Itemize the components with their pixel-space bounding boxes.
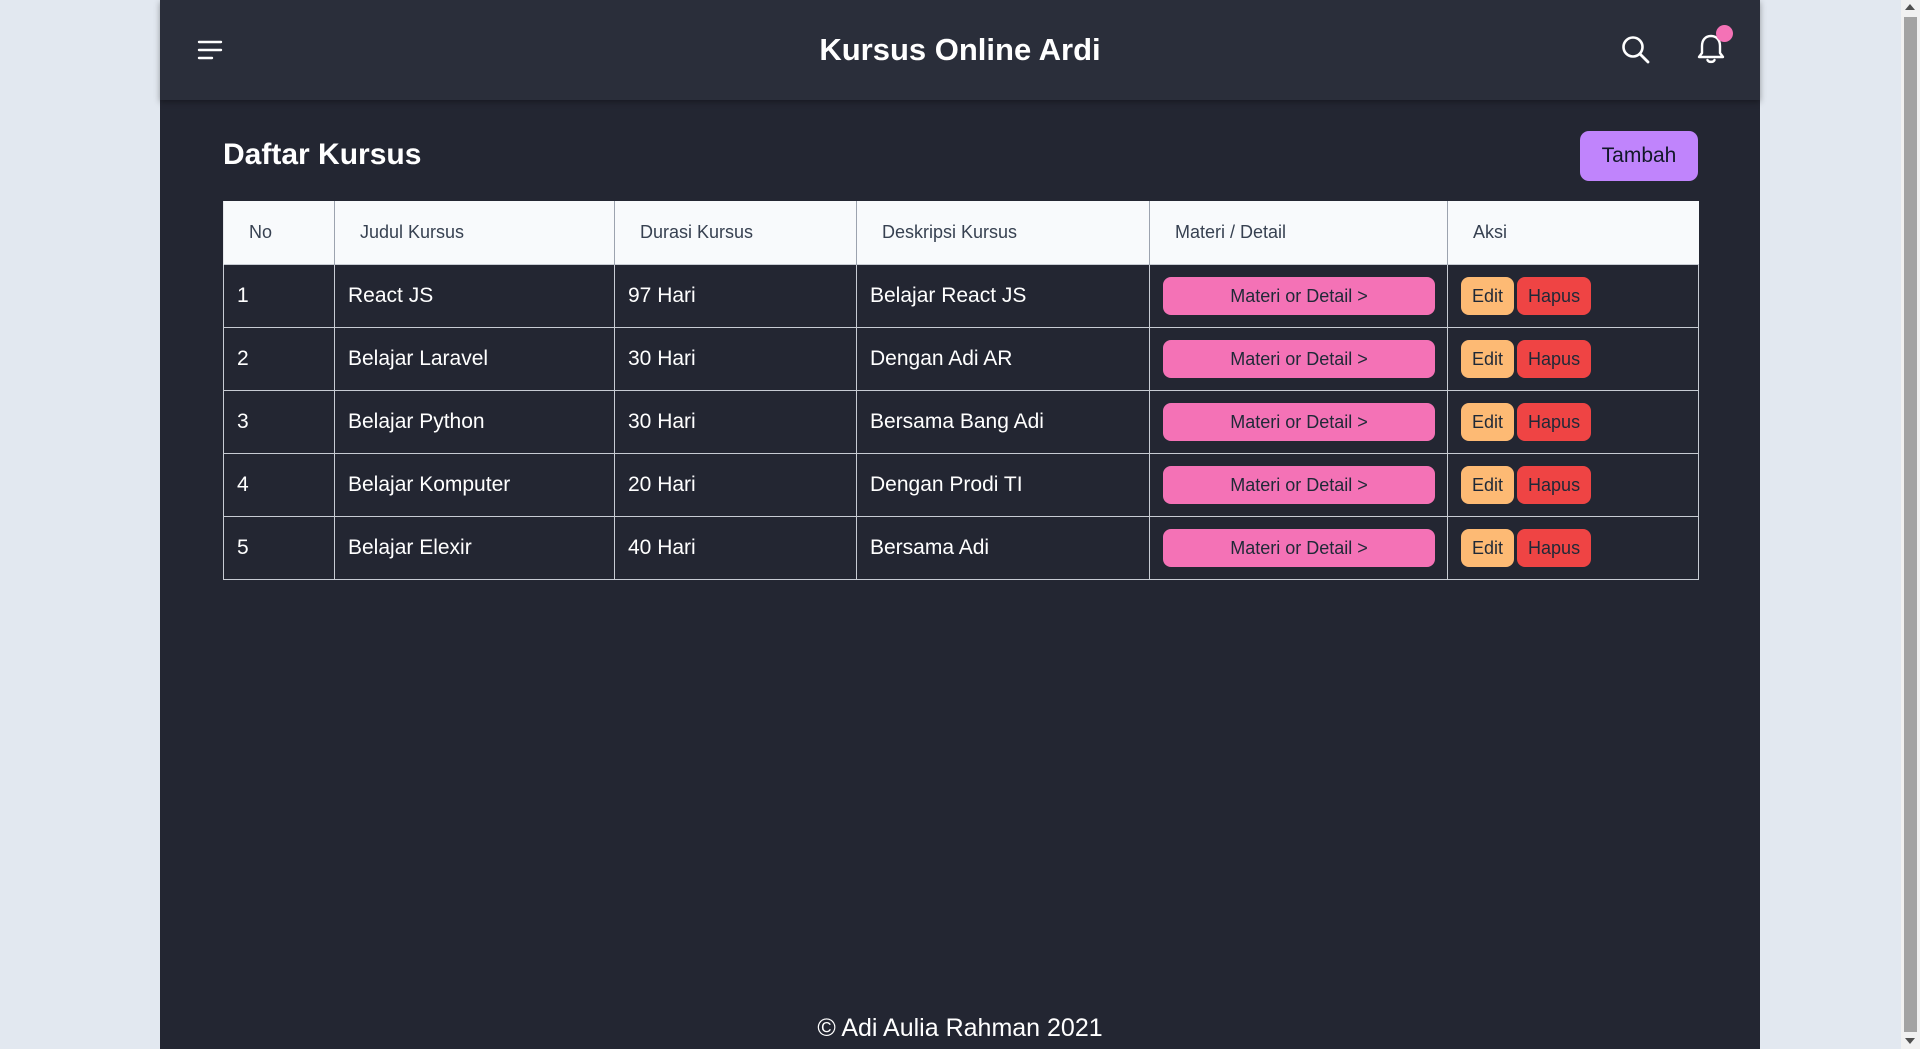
cell-no: 2 [223, 327, 335, 391]
courses-table: No Judul Kursus Durasi Kursus Deskripsi … [223, 201, 1699, 580]
table-row: 1 React JS 97 Hari Belajar React JS Mate… [223, 264, 1699, 328]
cell-no: 4 [223, 453, 335, 517]
column-header-actions: Aksi [1447, 201, 1699, 265]
cell-detail: Materi or Detail > [1149, 327, 1448, 391]
cell-detail: Materi or Detail > [1149, 516, 1448, 580]
column-header-no: No [223, 201, 335, 265]
detail-button[interactable]: Materi or Detail > [1163, 277, 1435, 315]
detail-button[interactable]: Materi or Detail > [1163, 466, 1435, 504]
search-icon[interactable] [1620, 34, 1652, 66]
detail-button[interactable]: Materi or Detail > [1163, 403, 1435, 441]
cell-duration: 40 Hari [614, 516, 857, 580]
table-row: 3 Belajar Python 30 Hari Bersama Bang Ad… [223, 390, 1699, 454]
cell-duration: 30 Hari [614, 327, 857, 391]
app-window: Kursus Online Ardi Daftar Kursus Tambah [160, 0, 1760, 1049]
detail-button[interactable]: Materi or Detail > [1163, 340, 1435, 378]
column-header-detail: Materi / Detail [1149, 201, 1448, 265]
edit-button[interactable]: Edit [1461, 529, 1515, 567]
table-row: 2 Belajar Laravel 30 Hari Dengan Adi AR … [223, 327, 1699, 391]
edit-button[interactable]: Edit [1461, 403, 1515, 441]
scroll-up-arrow-icon[interactable] [1905, 4, 1915, 10]
cell-description: Dengan Adi AR [856, 327, 1150, 391]
column-header-title: Judul Kursus [334, 201, 615, 265]
navbar: Kursus Online Ardi [160, 0, 1760, 100]
cell-title: Belajar Python [334, 390, 615, 454]
delete-button[interactable]: Hapus [1517, 466, 1592, 504]
delete-button[interactable]: Hapus [1517, 277, 1592, 315]
cell-duration: 30 Hari [614, 390, 857, 454]
cell-title: Belajar Komputer [334, 453, 615, 517]
delete-button[interactable]: Hapus [1517, 529, 1592, 567]
cell-actions: Edit Hapus [1447, 453, 1699, 517]
cell-detail: Materi or Detail > [1149, 453, 1448, 517]
column-header-description: Deskripsi Kursus [856, 201, 1150, 265]
app-title: Kursus Online Ardi [819, 32, 1101, 67]
table-row: 4 Belajar Komputer 20 Hari Dengan Prodi … [223, 453, 1699, 517]
notification-badge [1716, 25, 1733, 42]
cell-duration: 97 Hari [614, 264, 857, 328]
cell-actions: Edit Hapus [1447, 264, 1699, 328]
cell-title: React JS [334, 264, 615, 328]
cell-no: 1 [223, 264, 335, 328]
cell-actions: Edit Hapus [1447, 327, 1699, 391]
edit-button[interactable]: Edit [1461, 466, 1515, 504]
add-course-button[interactable]: Tambah [1580, 131, 1698, 181]
cell-no: 5 [223, 516, 335, 580]
cell-actions: Edit Hapus [1447, 516, 1699, 580]
cell-detail: Materi or Detail > [1149, 264, 1448, 328]
delete-button[interactable]: Hapus [1517, 403, 1592, 441]
page-title: Daftar Kursus [223, 138, 422, 171]
scroll-down-arrow-icon[interactable] [1905, 1038, 1915, 1044]
cell-duration: 20 Hari [614, 453, 857, 517]
edit-button[interactable]: Edit [1461, 340, 1515, 378]
cell-description: Bersama Adi [856, 516, 1150, 580]
table-header-row: No Judul Kursus Durasi Kursus Deskripsi … [223, 201, 1699, 265]
column-header-duration: Durasi Kursus [614, 201, 857, 265]
cell-title: Belajar Laravel [334, 327, 615, 391]
cell-actions: Edit Hapus [1447, 390, 1699, 454]
cell-no: 3 [223, 390, 335, 454]
edit-button[interactable]: Edit [1461, 277, 1515, 315]
cell-description: Dengan Prodi TI [856, 453, 1150, 517]
detail-button[interactable]: Materi or Detail > [1163, 529, 1435, 567]
table-row: 5 Belajar Elexir 40 Hari Bersama Adi Mat… [223, 516, 1699, 580]
delete-button[interactable]: Hapus [1517, 340, 1592, 378]
cell-title: Belajar Elexir [334, 516, 615, 580]
scrollbar-thumb[interactable] [1904, 17, 1917, 1032]
cell-description: Belajar React JS [856, 264, 1150, 328]
footer-text: © Adi Aulia Rahman 2021 [817, 1014, 1103, 1042]
cell-description: Bersama Bang Adi [856, 390, 1150, 454]
cell-detail: Materi or Detail > [1149, 390, 1448, 454]
menu-icon[interactable] [196, 36, 226, 64]
